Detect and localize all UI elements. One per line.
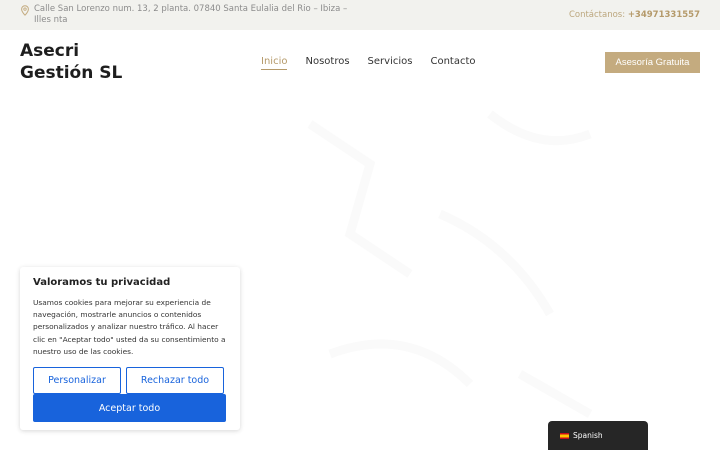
- nav-item-nosotros[interactable]: Nosotros: [305, 56, 349, 70]
- contact-phone[interactable]: Contáctanos: +34971331557: [569, 10, 700, 20]
- nav-item-servicios[interactable]: Servicios: [368, 56, 413, 70]
- cookie-secondary-actions: Personalizar Rechazar todo: [33, 367, 227, 395]
- address: Calle San Lorenzo num. 13, 2 planta. 078…: [20, 4, 360, 26]
- site-logo[interactable]: Asecri Gestión SL: [20, 40, 122, 84]
- hero-background-illustration: [307, 110, 593, 418]
- language-switcher[interactable]: Spanish: [548, 421, 648, 450]
- customize-cookies-button[interactable]: Personalizar: [33, 367, 121, 395]
- nav-item-inicio[interactable]: Inicio: [261, 56, 288, 70]
- cookie-consent-banner: Valoramos tu privacidad Usamos cookies p…: [20, 267, 240, 430]
- phone-number[interactable]: +34971331557: [628, 10, 700, 20]
- accept-all-cookies-button[interactable]: Aceptar todo: [33, 394, 226, 423]
- logo-line-2: Gestión SL: [20, 63, 123, 83]
- cookie-title: Valoramos tu privacidad: [33, 277, 171, 288]
- top-info-bar: Calle San Lorenzo num. 13, 2 planta. 078…: [0, 0, 720, 30]
- location-pin-icon: [20, 5, 32, 26]
- logo-line-1: Asecri: [20, 41, 80, 61]
- free-consultation-button[interactable]: Asesoría Gratuita: [605, 52, 700, 73]
- site-header: Asecri Gestión SL Inicio Nosotros Servic…: [0, 30, 720, 94]
- address-text: Calle San Lorenzo num. 13, 2 planta. 078…: [34, 4, 348, 25]
- main-nav: Inicio Nosotros Servicios Contacto: [261, 56, 494, 70]
- cookie-description: Usamos cookies para mejorar su experienc…: [33, 298, 226, 356]
- nav-item-contacto[interactable]: Contacto: [430, 56, 475, 70]
- spain-flag-icon: [560, 432, 569, 439]
- contact-label: Contáctanos:: [568, 10, 626, 20]
- reject-all-cookies-button[interactable]: Rechazar todo: [126, 367, 224, 395]
- language-label: Spanish: [573, 431, 603, 440]
